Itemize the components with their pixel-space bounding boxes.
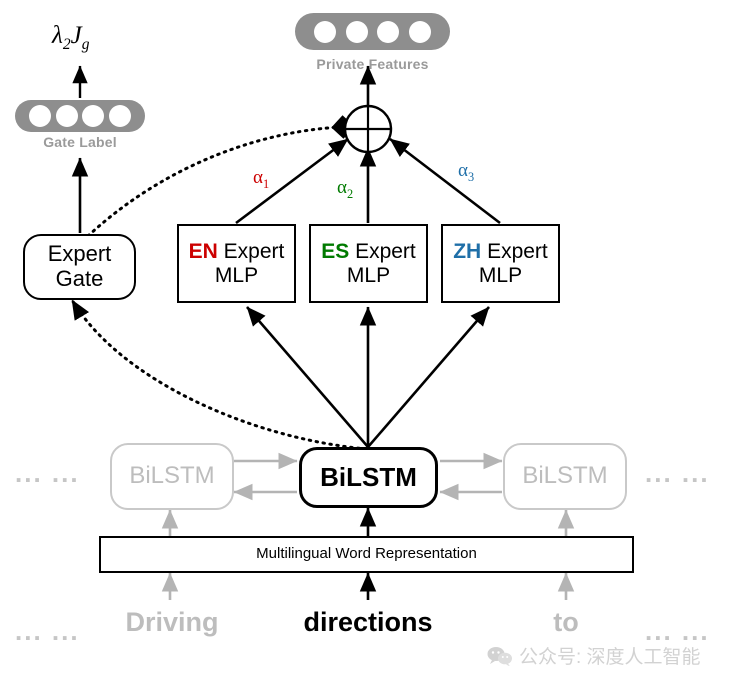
alpha-2-symbol: α	[337, 177, 347, 198]
figure-canvas: λ2Jg Gate Label Private Features α1 α2 α…	[0, 0, 733, 684]
dotted-bilstm-to-gate	[70, 298, 368, 451]
alpha-1-label: α1	[253, 167, 269, 192]
expert-gate-label-line2: Gate	[55, 266, 104, 291]
gate-loss-lambda-subscript: 2	[62, 36, 71, 53]
encoder-right-ellipsis: ... ...	[645, 458, 710, 488]
es-expert-lang-tag: ES	[321, 239, 350, 263]
es-expert-label-line2: MLP	[346, 263, 391, 287]
arrow-bilstm-to-en-expert	[246, 306, 369, 448]
private-features-unit	[313, 20, 336, 43]
gate-label-pill	[15, 100, 145, 132]
en-expert-label-line2: MLP	[214, 263, 259, 287]
encoder-left-ellipsis: ... ...	[15, 458, 80, 488]
sum-node-glyph	[343, 104, 393, 154]
gate-label-unit	[55, 105, 78, 127]
gate-loss-j-subscript: g	[81, 36, 90, 53]
watermark-text: 公众号: 深度人工智能	[519, 647, 701, 668]
left-bilstm-label: BiLSTM	[129, 462, 215, 490]
alpha-3-subscript: 3	[467, 169, 475, 184]
zh-expert-lang-tag: ZH	[453, 239, 482, 263]
gate-label-unit	[82, 105, 105, 127]
token-word-driving: Driving	[125, 607, 219, 637]
right-bilstm-label: BiLSTM	[522, 462, 608, 490]
gate-label-unit	[28, 105, 51, 127]
multilingual-word-representation-layer[interactable]: Multilingual Word Representation	[99, 536, 634, 573]
arrow-zh-expert-to-sum	[389, 137, 501, 225]
arrow-bilstm-to-zh-expert	[367, 306, 490, 448]
zh-expert-mlp-box[interactable]: ZH Expert MLP	[441, 224, 560, 303]
gate-loss-label: λ2Jg	[52, 22, 89, 54]
en-expert-mlp-label: EN Expert MLP	[189, 240, 285, 287]
embedding-layer-label: Multilingual Word Representation	[256, 545, 477, 563]
private-features-unit	[409, 20, 432, 43]
alpha-3-symbol: α	[458, 160, 468, 181]
wechat-icon	[487, 646, 512, 666]
token-left-ellipsis: ... ...	[15, 616, 80, 646]
alpha-1-symbol: α	[253, 167, 263, 188]
gate-loss-j: J	[70, 22, 82, 49]
wechat-watermark: 公众号: 深度人工智能	[487, 642, 701, 669]
left-bilstm-cell[interactable]: BiLSTM	[110, 443, 234, 510]
right-bilstm-cell[interactable]: BiLSTM	[503, 443, 627, 510]
en-expert-mlp-box[interactable]: EN Expert MLP	[177, 224, 296, 303]
gate-label-caption: Gate Label	[43, 134, 117, 150]
gate-loss-lambda: λ	[52, 22, 63, 49]
alpha-2-subscript: 2	[346, 186, 354, 201]
es-expert-mlp-label: ES Expert MLP	[321, 240, 416, 287]
en-expert-label-rest: Expert	[217, 239, 285, 263]
center-bilstm-cell[interactable]: BiLSTM	[299, 447, 438, 508]
expert-gate-label-line1: Expert	[47, 241, 112, 267]
alpha-2-label: α2	[337, 177, 353, 202]
private-features-unit	[345, 20, 368, 43]
es-expert-label-rest: Expert	[349, 239, 416, 263]
gate-label-unit	[109, 105, 132, 127]
zh-expert-label-rest: Expert	[481, 239, 548, 263]
token-word-directions: directions	[303, 607, 433, 637]
private-features-pill	[295, 13, 450, 50]
private-features-unit	[377, 20, 400, 43]
private-features-caption: Private Features	[316, 56, 429, 72]
zh-expert-mlp-label: ZH Expert MLP	[453, 240, 548, 287]
en-expert-lang-tag: EN	[188, 239, 218, 263]
expert-gate-label: Expert Gate	[48, 242, 112, 291]
expert-gate-box[interactable]: Expert Gate	[23, 234, 136, 300]
zh-expert-label-line2: MLP	[478, 263, 523, 287]
alpha-3-label: α3	[458, 160, 474, 185]
token-word-to: to	[553, 607, 579, 637]
es-expert-mlp-box[interactable]: ES Expert MLP	[309, 224, 428, 303]
alpha-1-subscript: 1	[262, 176, 270, 191]
center-bilstm-label: BiLSTM	[320, 461, 417, 492]
